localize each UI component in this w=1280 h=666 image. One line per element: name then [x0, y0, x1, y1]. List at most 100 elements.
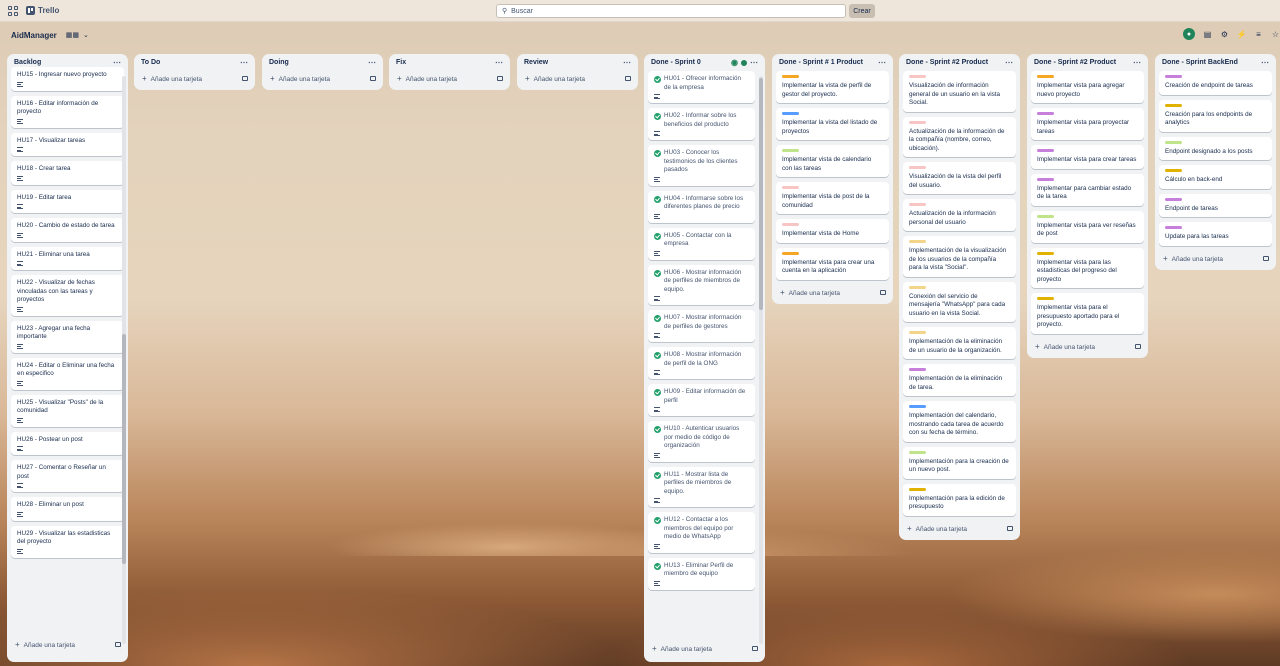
card-label[interactable]	[1165, 169, 1182, 172]
list-header[interactable]: Review ⋯	[517, 54, 638, 71]
add-card-button[interactable]: + Añade una tarjeta	[899, 521, 1020, 536]
card[interactable]: Implementación del calendario, mostrando…	[903, 401, 1016, 442]
filter-icon[interactable]: ≡	[1254, 30, 1263, 39]
scrollbar[interactable]	[122, 76, 126, 644]
add-card-button[interactable]: + Añade una tarjeta	[1027, 339, 1148, 354]
card[interactable]: Implementar vista para crear una cuenta …	[776, 247, 889, 280]
power-ups-icon[interactable]: ⚙	[1220, 30, 1229, 39]
card-label[interactable]	[1165, 103, 1182, 107]
card[interactable]: HU08 - Mostrar información de perfil de …	[648, 347, 755, 379]
add-card-button[interactable]: + Añade una tarjeta	[262, 71, 383, 86]
search-input[interactable]: ⚲ Buscar	[496, 4, 846, 18]
card-template-icon[interactable]	[880, 289, 886, 295]
card[interactable]: Implementar la vista del listado de proy…	[776, 108, 889, 140]
card[interactable]: HU21 - Eliminar una tarea	[11, 246, 124, 270]
star-icon[interactable]: ☆	[1271, 30, 1280, 39]
card[interactable]: HU25 - Visualizar "Posts" de la comunida…	[11, 394, 124, 427]
add-card-button[interactable]: + Añade una tarjeta	[389, 71, 510, 86]
card[interactable]: Conexión del servicio de mensajería "Wha…	[903, 281, 1016, 322]
card-label[interactable]	[909, 331, 926, 334]
card[interactable]: HU10 - Autenticar usuarios por medio de …	[648, 421, 755, 462]
card-template-icon[interactable]	[1007, 525, 1013, 531]
card-label[interactable]	[782, 75, 799, 78]
check-icon[interactable]	[654, 426, 661, 433]
list-menu-icon[interactable]: ⋯	[113, 58, 121, 67]
list-title[interactable]: Done - Sprint # 1 Product	[779, 59, 863, 66]
list-header[interactable]: Done - Sprint # 1 Product ⋯	[772, 54, 893, 71]
card[interactable]: Implementar la vista de perfil de gestor…	[776, 71, 889, 103]
card[interactable]: HU16 - Editar información de proyecto	[11, 95, 124, 128]
apps-grid-icon[interactable]	[8, 5, 18, 16]
card-template-icon[interactable]	[625, 76, 631, 81]
card-label[interactable]	[909, 285, 926, 289]
add-card-button[interactable]: + Añade una tarjeta	[517, 71, 638, 86]
calendar-icon[interactable]: ▤	[1203, 30, 1212, 39]
card[interactable]: Implementar vista para crear tareas	[1031, 145, 1144, 169]
automation-icon[interactable]: ⚡	[1237, 30, 1247, 39]
list-title[interactable]: Review	[524, 59, 548, 66]
card[interactable]: HU03 - Conocer los testimonios de los cl…	[648, 145, 755, 186]
list-title[interactable]: Backlog	[14, 59, 41, 66]
list-header[interactable]: Done - Sprint 0 ◉ ⋯	[644, 54, 765, 71]
card-template-icon[interactable]	[752, 646, 758, 651]
card-label[interactable]	[909, 368, 926, 371]
card-label[interactable]	[1165, 197, 1182, 201]
card[interactable]: Update para las tareas	[1159, 222, 1272, 246]
check-icon[interactable]	[654, 195, 661, 203]
card[interactable]: Implementación para la creación de un nu…	[903, 446, 1016, 479]
card-template-icon[interactable]	[242, 76, 248, 81]
card[interactable]: HU28 - Eliminar un post	[11, 497, 124, 521]
card[interactable]: Implementar para cambiar estado de la ta…	[1031, 173, 1144, 206]
list-menu-icon[interactable]: ⋯	[750, 58, 758, 67]
card-label[interactable]	[1165, 226, 1182, 229]
create-button[interactable]: Crear	[849, 4, 875, 18]
card[interactable]: Cálculo en back-end	[1159, 165, 1272, 189]
card[interactable]: Actualización de la información de la co…	[903, 116, 1016, 157]
card[interactable]: HU18 - Crear tarea	[11, 161, 124, 185]
check-icon[interactable]	[654, 269, 661, 277]
card-label[interactable]	[1037, 251, 1054, 255]
card[interactable]: Implementación de la visualización de lo…	[903, 236, 1016, 277]
card-template-icon[interactable]	[370, 76, 376, 81]
list-menu-icon[interactable]: ⋯	[240, 58, 248, 67]
card-label[interactable]	[909, 405, 926, 408]
card[interactable]: HU17 - Visualizar tareas	[11, 132, 124, 156]
card-template-icon[interactable]	[1135, 343, 1141, 349]
card-label[interactable]	[782, 186, 799, 189]
card-label[interactable]	[909, 75, 926, 78]
list-menu-icon[interactable]: ⋯	[368, 58, 376, 67]
card[interactable]: Actualización de la información personal…	[903, 199, 1016, 231]
card[interactable]: Implementar vista para ver reseñas de po…	[1031, 210, 1144, 243]
card[interactable]: Implementación para la edición de presup…	[903, 483, 1016, 516]
check-icon[interactable]	[654, 389, 661, 396]
check-icon[interactable]	[654, 517, 661, 524]
card[interactable]: HU06 - Mostrar información de perfiles d…	[648, 264, 755, 305]
location-icon[interactable]: ◉	[731, 58, 738, 67]
card-label[interactable]	[782, 251, 799, 255]
card[interactable]: HU04 - Informarse sobre los diferentes p…	[648, 190, 755, 223]
card[interactable]: HU09 - Editar información de perfil	[648, 384, 755, 416]
add-card-button[interactable]: + Añade una tarjeta	[1155, 251, 1276, 266]
check-icon[interactable]	[654, 113, 661, 120]
card-template-icon[interactable]	[115, 642, 121, 647]
card[interactable]: HU13 - Eliminar Perfil de miembro de equ…	[648, 557, 755, 590]
card-label[interactable]	[909, 166, 926, 169]
check-icon[interactable]	[654, 150, 661, 157]
card[interactable]: HU24 - Editar o Eliminar una fecha en es…	[11, 357, 124, 390]
list-menu-icon[interactable]: ⋯	[1261, 58, 1269, 67]
add-card-button[interactable]: + Añade una tarjeta	[644, 641, 765, 656]
list-header[interactable]: Done - Sprint #2 Product ⋯	[1027, 54, 1148, 71]
card[interactable]: Implementar vista de calendario con las …	[776, 145, 889, 177]
list-header[interactable]: Done - Sprint BackEnd ⋯	[1155, 54, 1276, 71]
card[interactable]: Implementar vista para proyectar tareas	[1031, 108, 1144, 140]
card-label[interactable]	[1037, 214, 1054, 218]
card[interactable]: Implementar vista de post de la comunida…	[776, 182, 889, 214]
card-label[interactable]	[1037, 149, 1054, 152]
card[interactable]: HU02 - Informar sobre los beneficios del…	[648, 108, 755, 140]
add-card-button[interactable]: + Añade una tarjeta	[134, 71, 255, 86]
list-title[interactable]: Done - Sprint BackEnd	[1162, 59, 1238, 66]
card[interactable]: Implementación de la eliminación de un u…	[903, 327, 1016, 359]
card[interactable]: Endpoint de tareas	[1159, 193, 1272, 217]
add-card-button[interactable]: + Añade una tarjeta	[7, 637, 128, 652]
card[interactable]: HU11 - Mostrar lista de perfiles de miem…	[648, 466, 755, 507]
